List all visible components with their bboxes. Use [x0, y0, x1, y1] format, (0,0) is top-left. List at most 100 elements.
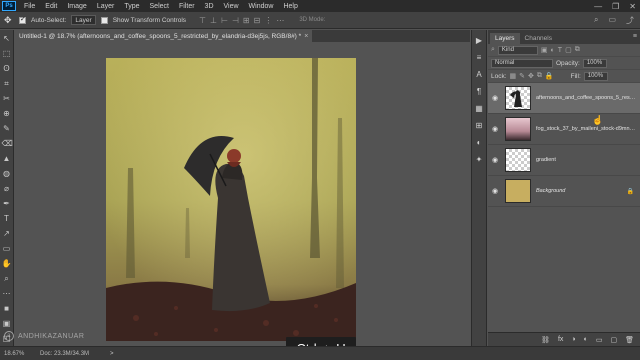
panel-menu-icon[interactable]: ≡ — [633, 33, 637, 40]
filter-pixel-icon[interactable]: ▣ — [541, 46, 548, 54]
layer-name: fog_stock_37_by_maileni_stock-d9mnur1 — [536, 126, 636, 132]
adjustment-layer-icon[interactable]: ◐ — [584, 336, 588, 343]
filter-kind-dropdown[interactable]: Kind — [497, 45, 538, 55]
document-canvas[interactable] — [106, 58, 356, 341]
eraser-tool-icon[interactable]: ⌫ — [2, 139, 13, 149]
shape-tool-icon[interactable]: ▭ — [2, 244, 12, 254]
libraries-icon[interactable]: ⊞ — [474, 121, 484, 131]
type-tool-icon[interactable]: T — [2, 214, 12, 224]
layer-row[interactable]: ◉ afternoons_and_coffee_spoons_5_restric… — [488, 83, 640, 114]
menu-layer[interactable]: Layer — [92, 3, 120, 10]
opacity-input[interactable]: 100% — [582, 58, 607, 68]
layer-thumbnail — [505, 86, 531, 110]
quick-mask-icon[interactable]: ▣ — [2, 319, 12, 329]
styles-icon[interactable]: ✦ — [474, 155, 484, 165]
canvas-artwork — [106, 58, 356, 341]
paragraph-icon[interactable]: ¶ — [474, 87, 484, 97]
zoom-level[interactable]: 18.67% — [0, 351, 40, 357]
layer-style-icon[interactable]: fx — [558, 336, 563, 343]
filter-smart-icon[interactable]: ⧉ — [575, 46, 580, 54]
align-bottom-icon[interactable]: ⊥ — [210, 16, 217, 25]
more-tools-icon[interactable]: ⋯ — [2, 289, 12, 299]
path-select-tool-icon[interactable]: ↗ — [2, 229, 12, 239]
close-tab-icon[interactable]: × — [304, 33, 308, 40]
character-icon[interactable]: A — [474, 70, 484, 80]
layer-row[interactable]: ◉ gradient — [488, 145, 640, 176]
marquee-tool-icon[interactable]: ⬚ — [2, 49, 12, 59]
align-left-icon[interactable]: ⊢ — [221, 16, 228, 25]
minimize-button[interactable]: — — [594, 2, 602, 11]
auto-select-checkbox[interactable] — [19, 15, 26, 24]
tab-channels[interactable]: Channels — [520, 33, 557, 44]
menu-file[interactable]: File — [19, 3, 40, 10]
menu-help[interactable]: Help — [278, 3, 302, 10]
visibility-eye-icon[interactable]: ◉ — [488, 187, 502, 195]
brush-tool-icon[interactable]: ✎ — [2, 124, 12, 134]
blend-mode-dropdown[interactable]: Normal — [491, 58, 553, 68]
filter-type-icon[interactable]: T — [558, 47, 562, 54]
status-bar: 18.67% Doc: 23.3M/34.3M > — [0, 346, 640, 360]
pen-tool-icon[interactable]: ✒ — [2, 199, 12, 209]
menu-filter[interactable]: Filter — [174, 3, 200, 10]
hand-tool-icon[interactable]: ✋ — [2, 259, 12, 269]
delete-layer-icon[interactable]: 🗑 — [625, 336, 634, 344]
align-right-icon[interactable]: ⊣ — [232, 16, 239, 25]
maximize-button[interactable]: ❐ — [612, 2, 619, 11]
add-mask-icon[interactable]: ◑ — [571, 336, 575, 343]
play-icon[interactable]: ▶ — [474, 36, 484, 46]
filter-shape-icon[interactable]: ▢ — [565, 46, 572, 54]
more-align-icon[interactable]: ⋯ — [276, 16, 284, 25]
crop-tool-icon[interactable]: ✂ — [2, 94, 12, 104]
auto-select-target-dropdown[interactable]: Layer — [71, 15, 96, 25]
status-menu-arrow[interactable]: > — [110, 351, 114, 357]
menu-image[interactable]: Image — [62, 3, 91, 10]
clone-stamp-tool-icon[interactable]: ▲ — [2, 154, 12, 164]
eyedropper-tool-icon[interactable]: ⊕ — [2, 109, 12, 119]
lock-all-icon[interactable]: 🔒 — [545, 72, 554, 80]
layer-row[interactable]: ◉ Background 🔒 — [488, 176, 640, 207]
menu-select[interactable]: Select — [145, 3, 174, 10]
share-icon[interactable]: ⤴ — [626, 15, 634, 26]
filter-adjust-icon[interactable]: ◐ — [551, 47, 555, 54]
distribute-h-icon[interactable]: ⊞ — [243, 16, 250, 25]
link-layers-icon[interactable]: ⛓ — [541, 336, 550, 344]
adjustments-icon[interactable]: ◐ — [474, 138, 484, 148]
align-top-icon[interactable]: ⊤ — [199, 16, 206, 25]
lock-artboard-icon[interactable]: ⧉ — [537, 72, 542, 80]
history-icon[interactable]: ≡ — [474, 53, 484, 63]
lasso-tool-icon[interactable]: ʘ — [2, 64, 12, 74]
visibility-eye-icon[interactable]: ◉ — [488, 94, 502, 102]
fill-input[interactable]: 100% — [583, 71, 608, 81]
color-swatch-icon[interactable]: ■ — [2, 304, 12, 314]
close-button[interactable]: ✕ — [629, 2, 636, 11]
lock-paint-icon[interactable]: ✎ — [519, 72, 525, 80]
menu-type[interactable]: Type — [119, 3, 144, 10]
canvas-area[interactable] — [15, 42, 470, 346]
lock-pixels-icon[interactable]: ▦ — [510, 72, 517, 80]
menu-edit[interactable]: Edit — [40, 3, 62, 10]
visibility-eye-icon[interactable]: ◉ — [488, 125, 502, 133]
new-layer-icon[interactable]: ▢ — [610, 336, 617, 344]
menu-3d[interactable]: 3D — [200, 3, 219, 10]
move-tool-icon[interactable]: ✥ — [4, 15, 14, 25]
search-icon[interactable]: ⌕ — [594, 15, 598, 26]
layer-row[interactable]: ◉ fog_stock_37_by_maileni_stock-d9mnur1 — [488, 114, 640, 145]
visibility-eye-icon[interactable]: ◉ — [488, 156, 502, 164]
distribute-v-icon[interactable]: ⊟ — [254, 16, 261, 25]
workspace-icon[interactable]: ▭ — [608, 15, 616, 26]
menu-window[interactable]: Window — [244, 3, 279, 10]
gradient-tool-icon[interactable]: ⌀ — [2, 184, 12, 194]
layers-footer: ⛓ fx ◑ ◐ ▭ ▢ 🗑 — [488, 332, 640, 346]
document-tab[interactable]: Untitled-1 @ 18.7% (afternoons_and_coffe… — [15, 30, 313, 42]
tab-layers[interactable]: Layers — [490, 33, 520, 44]
menu-view[interactable]: View — [219, 3, 244, 10]
history-brush-tool-icon[interactable]: ◍ — [2, 169, 12, 179]
swatches-icon[interactable]: ▦ — [474, 104, 484, 114]
quick-select-tool-icon[interactable]: ⌗ — [2, 79, 12, 89]
new-group-icon[interactable]: ▭ — [596, 336, 603, 344]
distribute-spacing-icon[interactable]: ⋮ — [264, 16, 272, 25]
show-transform-checkbox[interactable] — [100, 16, 108, 24]
zoom-tool-icon[interactable]: ⌕ — [2, 274, 12, 284]
lock-move-icon[interactable]: ✥ — [528, 72, 534, 80]
move-tool-icon[interactable]: ↖ — [2, 34, 12, 44]
